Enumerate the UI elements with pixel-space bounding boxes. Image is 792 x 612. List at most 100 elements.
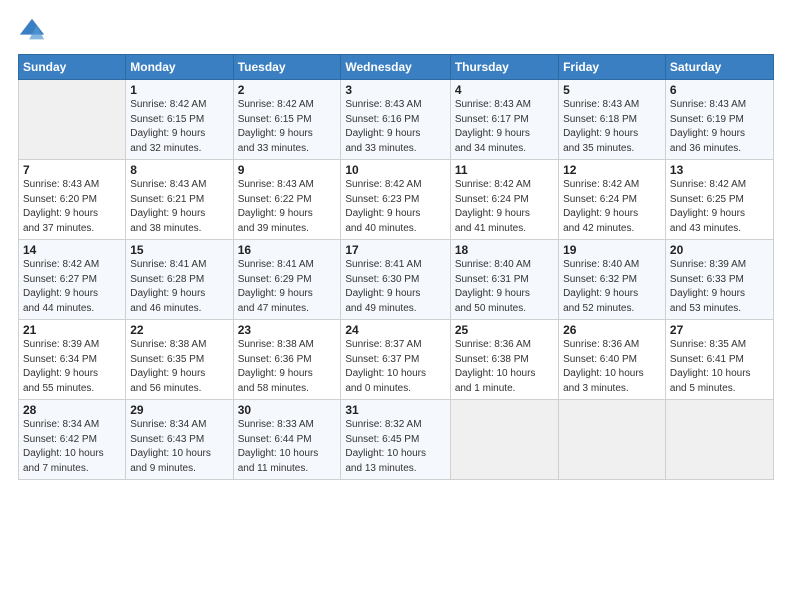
day-info: Sunrise: 8:42 AM Sunset: 6:27 PM Dayligh… [23,258,121,316]
calendar-cell: 20Sunrise: 8:39 AM Sunset: 6:33 PM Dayli… [665,240,773,320]
week-row-4: 21Sunrise: 8:39 AM Sunset: 6:34 PM Dayli… [19,320,774,400]
calendar-cell: 26Sunrise: 8:36 AM Sunset: 6:40 PM Dayli… [559,320,666,400]
day-number: 22 [130,323,228,337]
logo-icon [18,16,46,44]
day-number: 28 [23,403,121,417]
calendar-cell: 16Sunrise: 8:41 AM Sunset: 6:29 PM Dayli… [233,240,341,320]
day-number: 21 [23,323,121,337]
day-number: 18 [455,243,554,257]
calendar-cell: 10Sunrise: 8:42 AM Sunset: 6:23 PM Dayli… [341,160,450,240]
day-number: 4 [455,83,554,97]
day-info: Sunrise: 8:43 AM Sunset: 6:16 PM Dayligh… [345,98,445,156]
day-info: Sunrise: 8:42 AM Sunset: 6:15 PM Dayligh… [238,98,337,156]
day-number: 25 [455,323,554,337]
page: SundayMondayTuesdayWednesdayThursdayFrid… [0,0,792,612]
header-thursday: Thursday [450,55,558,80]
calendar-cell: 18Sunrise: 8:40 AM Sunset: 6:31 PM Dayli… [450,240,558,320]
week-row-1: 1Sunrise: 8:42 AM Sunset: 6:15 PM Daylig… [19,80,774,160]
day-number: 1 [130,83,228,97]
calendar-cell: 29Sunrise: 8:34 AM Sunset: 6:43 PM Dayli… [126,400,233,480]
day-number: 10 [345,163,445,177]
day-number: 24 [345,323,445,337]
calendar-cell: 30Sunrise: 8:33 AM Sunset: 6:44 PM Dayli… [233,400,341,480]
day-info: Sunrise: 8:42 AM Sunset: 6:15 PM Dayligh… [130,98,228,156]
day-number: 14 [23,243,121,257]
calendar-cell: 15Sunrise: 8:41 AM Sunset: 6:28 PM Dayli… [126,240,233,320]
header-sunday: Sunday [19,55,126,80]
day-info: Sunrise: 8:32 AM Sunset: 6:45 PM Dayligh… [345,418,445,476]
day-info: Sunrise: 8:43 AM Sunset: 6:21 PM Dayligh… [130,178,228,236]
day-number: 17 [345,243,445,257]
calendar-cell: 13Sunrise: 8:42 AM Sunset: 6:25 PM Dayli… [665,160,773,240]
calendar-header-row: SundayMondayTuesdayWednesdayThursdayFrid… [19,55,774,80]
calendar-cell: 28Sunrise: 8:34 AM Sunset: 6:42 PM Dayli… [19,400,126,480]
logo [18,16,50,44]
calendar-cell: 25Sunrise: 8:36 AM Sunset: 6:38 PM Dayli… [450,320,558,400]
day-info: Sunrise: 8:37 AM Sunset: 6:37 PM Dayligh… [345,338,445,396]
week-row-3: 14Sunrise: 8:42 AM Sunset: 6:27 PM Dayli… [19,240,774,320]
day-number: 5 [563,83,661,97]
day-number: 30 [238,403,337,417]
day-info: Sunrise: 8:42 AM Sunset: 6:23 PM Dayligh… [345,178,445,236]
week-row-5: 28Sunrise: 8:34 AM Sunset: 6:42 PM Dayli… [19,400,774,480]
day-info: Sunrise: 8:41 AM Sunset: 6:29 PM Dayligh… [238,258,337,316]
calendar-cell: 31Sunrise: 8:32 AM Sunset: 6:45 PM Dayli… [341,400,450,480]
day-info: Sunrise: 8:43 AM Sunset: 6:18 PM Dayligh… [563,98,661,156]
day-info: Sunrise: 8:33 AM Sunset: 6:44 PM Dayligh… [238,418,337,476]
day-number: 26 [563,323,661,337]
calendar-cell: 2Sunrise: 8:42 AM Sunset: 6:15 PM Daylig… [233,80,341,160]
header-wednesday: Wednesday [341,55,450,80]
calendar-cell: 3Sunrise: 8:43 AM Sunset: 6:16 PM Daylig… [341,80,450,160]
calendar-cell: 5Sunrise: 8:43 AM Sunset: 6:18 PM Daylig… [559,80,666,160]
day-number: 8 [130,163,228,177]
day-info: Sunrise: 8:42 AM Sunset: 6:24 PM Dayligh… [455,178,554,236]
calendar-cell: 1Sunrise: 8:42 AM Sunset: 6:15 PM Daylig… [126,80,233,160]
calendar-table: SundayMondayTuesdayWednesdayThursdayFrid… [18,54,774,480]
calendar-cell: 17Sunrise: 8:41 AM Sunset: 6:30 PM Dayli… [341,240,450,320]
day-number: 13 [670,163,769,177]
header-monday: Monday [126,55,233,80]
calendar-cell: 11Sunrise: 8:42 AM Sunset: 6:24 PM Dayli… [450,160,558,240]
calendar-cell: 14Sunrise: 8:42 AM Sunset: 6:27 PM Dayli… [19,240,126,320]
calendar-cell: 6Sunrise: 8:43 AM Sunset: 6:19 PM Daylig… [665,80,773,160]
calendar-cell: 9Sunrise: 8:43 AM Sunset: 6:22 PM Daylig… [233,160,341,240]
day-info: Sunrise: 8:40 AM Sunset: 6:32 PM Dayligh… [563,258,661,316]
calendar-cell [665,400,773,480]
day-info: Sunrise: 8:34 AM Sunset: 6:42 PM Dayligh… [23,418,121,476]
day-info: Sunrise: 8:42 AM Sunset: 6:25 PM Dayligh… [670,178,769,236]
calendar-cell: 23Sunrise: 8:38 AM Sunset: 6:36 PM Dayli… [233,320,341,400]
day-info: Sunrise: 8:40 AM Sunset: 6:31 PM Dayligh… [455,258,554,316]
day-number: 15 [130,243,228,257]
day-info: Sunrise: 8:38 AM Sunset: 6:35 PM Dayligh… [130,338,228,396]
calendar-cell: 22Sunrise: 8:38 AM Sunset: 6:35 PM Dayli… [126,320,233,400]
day-number: 9 [238,163,337,177]
day-info: Sunrise: 8:35 AM Sunset: 6:41 PM Dayligh… [670,338,769,396]
day-number: 16 [238,243,337,257]
calendar-cell: 24Sunrise: 8:37 AM Sunset: 6:37 PM Dayli… [341,320,450,400]
day-number: 19 [563,243,661,257]
day-info: Sunrise: 8:42 AM Sunset: 6:24 PM Dayligh… [563,178,661,236]
header-friday: Friday [559,55,666,80]
calendar-cell [450,400,558,480]
day-number: 2 [238,83,337,97]
day-info: Sunrise: 8:43 AM Sunset: 6:19 PM Dayligh… [670,98,769,156]
calendar-cell: 4Sunrise: 8:43 AM Sunset: 6:17 PM Daylig… [450,80,558,160]
calendar-cell [19,80,126,160]
calendar-cell: 21Sunrise: 8:39 AM Sunset: 6:34 PM Dayli… [19,320,126,400]
day-number: 3 [345,83,445,97]
day-number: 11 [455,163,554,177]
header-tuesday: Tuesday [233,55,341,80]
calendar-cell: 19Sunrise: 8:40 AM Sunset: 6:32 PM Dayli… [559,240,666,320]
day-info: Sunrise: 8:39 AM Sunset: 6:34 PM Dayligh… [23,338,121,396]
day-info: Sunrise: 8:34 AM Sunset: 6:43 PM Dayligh… [130,418,228,476]
day-info: Sunrise: 8:41 AM Sunset: 6:28 PM Dayligh… [130,258,228,316]
day-number: 27 [670,323,769,337]
day-info: Sunrise: 8:36 AM Sunset: 6:38 PM Dayligh… [455,338,554,396]
day-number: 20 [670,243,769,257]
calendar-cell: 8Sunrise: 8:43 AM Sunset: 6:21 PM Daylig… [126,160,233,240]
day-info: Sunrise: 8:39 AM Sunset: 6:33 PM Dayligh… [670,258,769,316]
calendar-cell: 7Sunrise: 8:43 AM Sunset: 6:20 PM Daylig… [19,160,126,240]
week-row-2: 7Sunrise: 8:43 AM Sunset: 6:20 PM Daylig… [19,160,774,240]
day-number: 29 [130,403,228,417]
day-info: Sunrise: 8:43 AM Sunset: 6:20 PM Dayligh… [23,178,121,236]
